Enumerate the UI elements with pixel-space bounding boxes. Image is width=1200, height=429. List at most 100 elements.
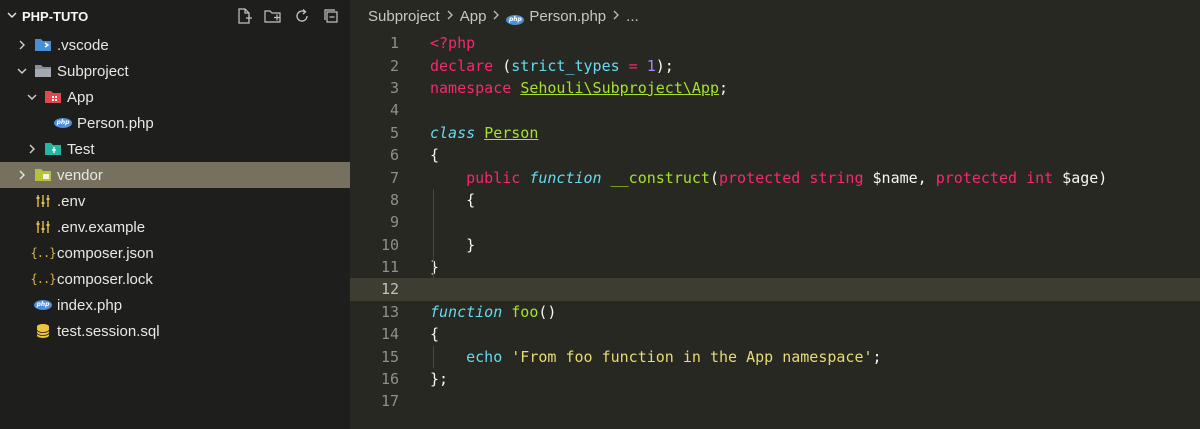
tree-item-label: composer.lock [57, 270, 153, 288]
code-token: 'From foo function in the App namespace' [511, 347, 873, 366]
code-line[interactable]: 3 namespace Sehouli\Subproject\App; [350, 77, 1200, 99]
explorer-actions [235, 7, 340, 25]
breadcrumb-item-subproject[interactable]: Subproject [368, 8, 440, 25]
tree-item-label: vendor [57, 166, 103, 184]
code-line[interactable]: 5 class Person [350, 122, 1200, 144]
code-token: function [529, 168, 602, 187]
line-text: { [399, 146, 439, 164]
line-number: 4 [389, 101, 399, 120]
line-text: { [399, 325, 439, 343]
tree-item-vendor[interactable]: vendor [0, 162, 350, 188]
file-tree: .vscode Subproject App php Person.php Te… [0, 32, 350, 344]
code-token: $age) [1053, 168, 1108, 187]
test-folder-icon [44, 141, 62, 157]
tree-item-composer-json[interactable]: {..} composer.json [0, 240, 350, 266]
code-line[interactable]: 1 <?php [350, 32, 1200, 54]
line-text: function foo() [399, 303, 556, 321]
code-area[interactable]: 1 <?php 2 declare (strict_types = 1); 3 names… [350, 32, 1200, 413]
code-token: declare [430, 56, 494, 75]
line-number: 5 [389, 123, 399, 142]
line-number: 9 [389, 213, 399, 232]
tree-item-person-php[interactable]: php Person.php [0, 110, 350, 136]
tree-item-vscode[interactable]: .vscode [0, 32, 350, 58]
code-editor[interactable]: Subproject App php Person.php ... 1 <?php… [350, 0, 1200, 429]
explorer-header: PHP-TUTO [0, 0, 350, 32]
chevron-right-icon [445, 8, 455, 25]
code-line[interactable]: 12 [350, 278, 1200, 301]
tree-item-label: App [67, 88, 94, 106]
code-token: ; [719, 78, 729, 97]
line-number: 8 [389, 190, 399, 209]
code-token: } [430, 258, 440, 277]
tree-item-env[interactable]: .env [0, 188, 350, 214]
tree-item-app[interactable]: App [0, 84, 350, 110]
vendor-folder-icon [34, 167, 52, 183]
database-icon [34, 323, 52, 339]
tree-item-env-example[interactable]: .env.example [0, 214, 350, 240]
json-icon: {..} [30, 246, 57, 260]
code-token: ); [655, 56, 674, 75]
code-line[interactable]: 4 [350, 99, 1200, 121]
chevron-right-icon [14, 37, 30, 53]
line-number: 13 [380, 302, 399, 321]
breadcrumb-item-symbols[interactable]: ... [626, 8, 639, 25]
code-token: function [430, 302, 503, 321]
code-line[interactable]: 10 } [350, 234, 1200, 256]
tree-item-test[interactable]: Test [0, 136, 350, 162]
code-token: strict_types [511, 56, 620, 75]
indent-guide [433, 345, 434, 368]
code-line[interactable]: 6{ [350, 144, 1200, 166]
tree-item-subproject[interactable]: Subproject [0, 58, 350, 84]
code-token: }; [430, 370, 449, 389]
breadcrumb: Subproject App php Person.php ... [350, 0, 1200, 32]
line-number: 10 [380, 235, 399, 254]
code-token: { [430, 190, 476, 209]
code-token: int [1026, 168, 1054, 187]
vscode-folder-icon [34, 37, 52, 53]
code-token: echo [466, 347, 503, 366]
code-line[interactable]: 14 { [350, 323, 1200, 345]
chevron-right-icon [491, 8, 501, 25]
workspace-section[interactable]: PHP-TUTO [6, 9, 88, 24]
folder-icon [34, 63, 52, 79]
code-line[interactable]: 13 function foo() [350, 301, 1200, 323]
new-folder-icon[interactable] [264, 7, 282, 25]
refresh-icon[interactable] [293, 7, 311, 25]
code-token: <?php [430, 34, 476, 53]
line-number: 3 [389, 78, 399, 97]
vscode-window: PHP-TUTO .vscode Subproject App php Pers… [0, 0, 1200, 429]
code-line[interactable]: 11} [350, 256, 1200, 278]
tree-item-index-php[interactable]: php index.php [0, 292, 350, 318]
tree-item-label: .env.example [57, 218, 146, 236]
chevron-right-icon [24, 141, 40, 157]
tree-item-composer-lock[interactable]: {..} composer.lock [0, 266, 350, 292]
breadcrumb-item-file[interactable]: Person.php [529, 8, 606, 25]
line-text: }; [399, 370, 448, 388]
tree-item-label: Subproject [57, 62, 129, 80]
code-line[interactable]: 15 echo 'From foo function in the App na… [350, 345, 1200, 367]
code-line[interactable]: 7 public function __construct(protected … [350, 166, 1200, 188]
line-number: 1 [389, 34, 399, 53]
code-line[interactable]: 8 { [350, 189, 1200, 211]
code-token: class [430, 123, 476, 142]
chevron-down-icon [14, 63, 30, 79]
code-line[interactable]: 16}; [350, 368, 1200, 390]
line-number: 2 [389, 56, 399, 75]
code-line[interactable]: 9 [350, 211, 1200, 233]
breadcrumb-item-app[interactable]: App [460, 8, 487, 25]
code-line[interactable]: 17 [350, 390, 1200, 412]
settings-sliders-icon [34, 219, 52, 235]
code-token: protected [719, 168, 801, 187]
tree-item-label: .env [57, 192, 86, 210]
code-line[interactable]: 2 declare (strict_types = 1); [350, 54, 1200, 76]
indent-guide [433, 188, 434, 279]
code-token: 1 [646, 56, 656, 75]
tree-item-test-session-sql[interactable]: test.session.sql [0, 318, 350, 344]
code-token: __construct [610, 168, 710, 187]
new-file-icon[interactable] [235, 7, 253, 25]
collapse-all-icon[interactable] [322, 7, 340, 25]
tree-item-label: test.session.sql [57, 322, 160, 340]
code-token: Sehouli\Subproject\App [520, 78, 719, 97]
line-number: 16 [380, 370, 399, 389]
